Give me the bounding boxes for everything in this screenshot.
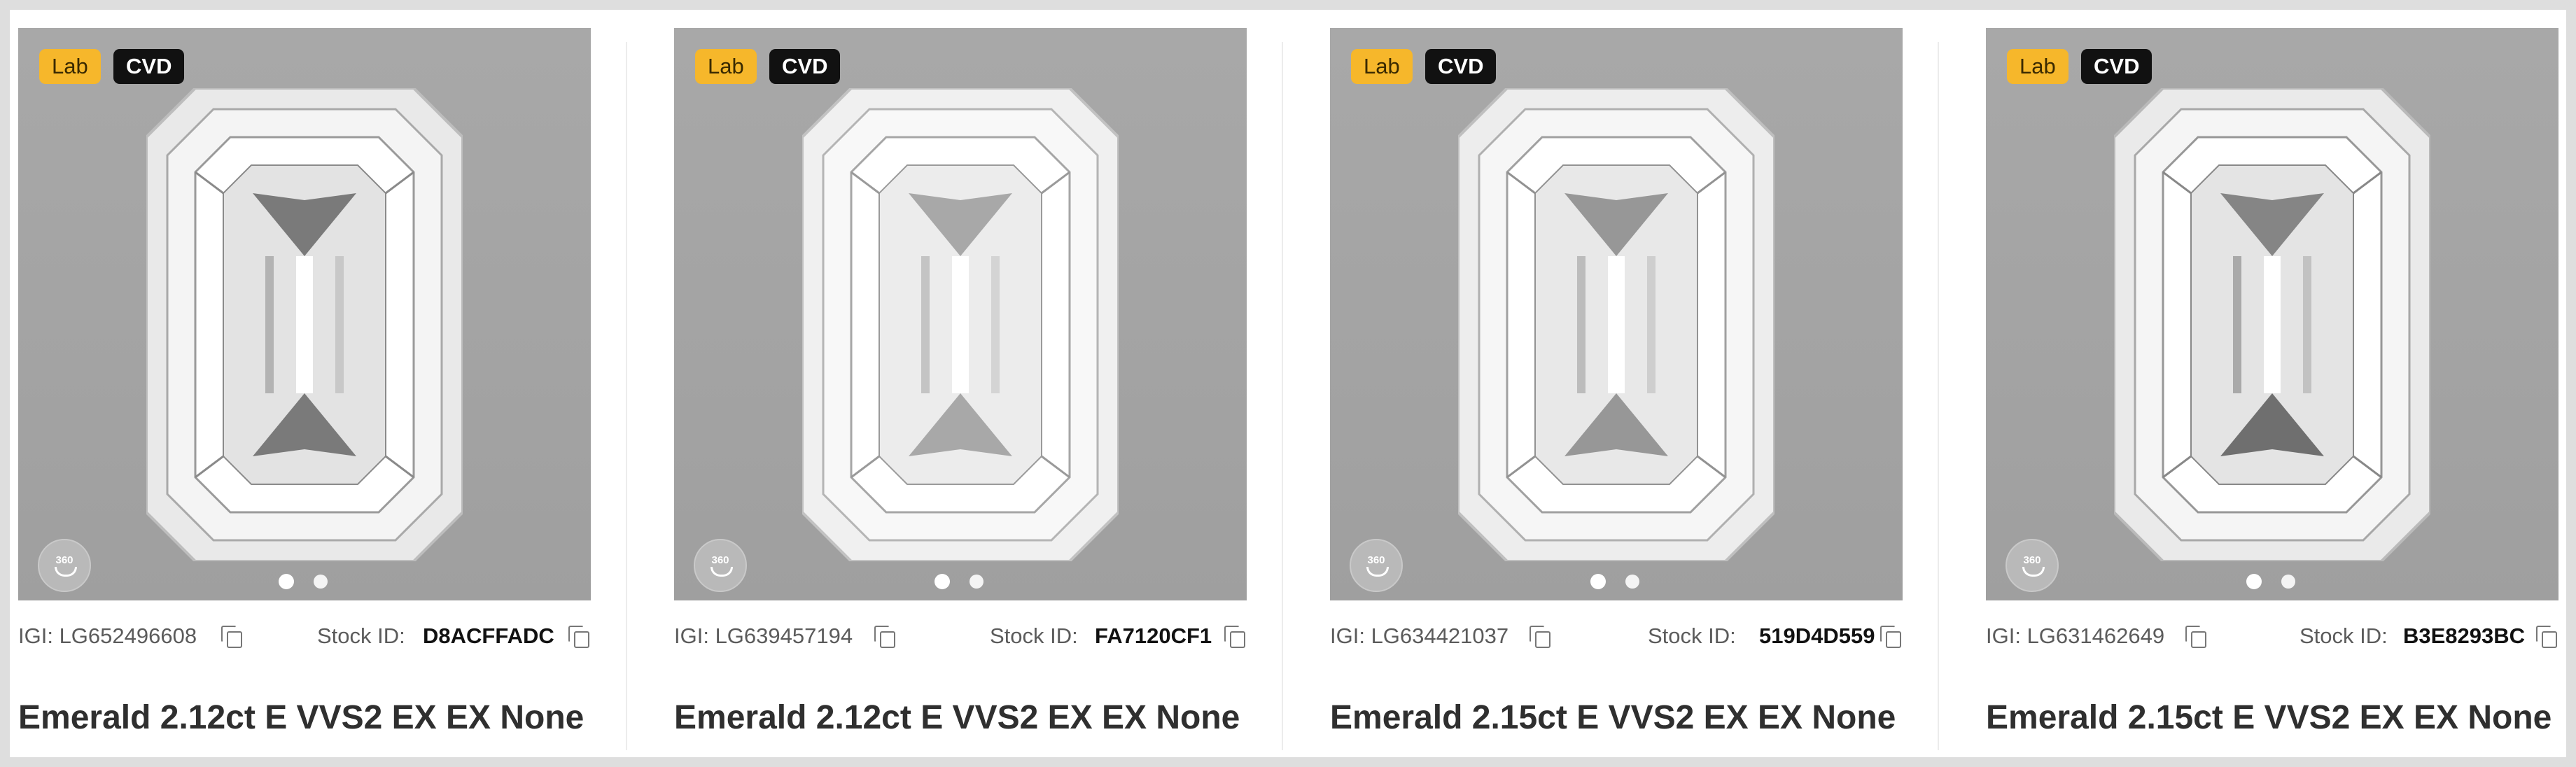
stock-id-value: FA7120CF1 (1095, 624, 1212, 648)
360-label: 360 (55, 554, 74, 566)
product-card[interactable]: Lab CVD 360 (18, 28, 627, 764)
carousel-dot-active[interactable] (1590, 574, 1606, 589)
product-meta: IGI: LG639457194 Stock ID: FA7120CF1 (674, 617, 1247, 655)
product-image[interactable]: Lab CVD 360 (18, 28, 591, 600)
product-title[interactable]: Emerald 2.15ct E VVS2 EX EX None (1986, 698, 2552, 737)
cvd-badge: CVD (2081, 49, 2152, 84)
carousel-dot-active[interactable] (934, 574, 950, 589)
igi-number: IGI: LG631462649 (1986, 624, 2165, 648)
stock-id-label: Stock ID: (990, 624, 1078, 648)
copy-icon[interactable] (568, 626, 591, 649)
carousel-dot-active[interactable] (279, 574, 294, 589)
emerald-diamond-image (802, 88, 1119, 561)
carousel-dot[interactable] (314, 575, 328, 589)
product-title[interactable]: Emerald 2.12ct E VVS2 EX EX None (18, 698, 584, 737)
copy-icon[interactable] (2185, 626, 2208, 649)
stock-id-value: B3E8293BC (2403, 624, 2526, 648)
360-label: 360 (2023, 554, 2041, 566)
copy-icon[interactable] (2536, 626, 2558, 649)
360-label: 360 (1367, 554, 1385, 566)
copy-icon[interactable] (1530, 626, 1552, 649)
360-view-icon[interactable]: 360 (1350, 539, 1403, 592)
igi-number: IGI: LG634421037 (1330, 624, 1509, 648)
igi-number: IGI: LG639457194 (674, 624, 853, 648)
product-card[interactable]: Lab CVD 360 (674, 28, 1283, 764)
lab-badge: Lab (2007, 49, 2068, 84)
copy-icon[interactable] (221, 626, 244, 649)
carousel-dot[interactable] (1625, 575, 1639, 589)
copy-icon[interactable] (874, 626, 897, 649)
stock-id-value: D8ACFFADC (423, 624, 554, 648)
igi-number: IGI: LG652496608 (18, 624, 197, 648)
product-meta: IGI: LG634421037 Stock ID: 519D4D559 (1330, 617, 1903, 655)
360-label: 360 (711, 554, 729, 566)
emerald-diamond-image (146, 88, 463, 561)
360-view-icon[interactable]: 360 (694, 539, 747, 592)
stock-id-label: Stock ID: (317, 624, 405, 648)
copy-icon[interactable] (1224, 626, 1247, 649)
stock-id-value: 519D4D559 (1759, 624, 1875, 648)
stock-id-label: Stock ID: (1648, 624, 1736, 648)
product-image[interactable]: Lab CVD 360 (674, 28, 1247, 600)
lab-badge: Lab (39, 49, 101, 84)
360-view-icon[interactable]: 360 (2005, 539, 2059, 592)
lab-badge: Lab (695, 49, 757, 84)
product-title[interactable]: Emerald 2.12ct E VVS2 EX EX None (674, 698, 1240, 737)
product-card[interactable]: Lab CVD 360 (1330, 28, 1939, 764)
product-meta: IGI: LG631462649 Stock ID: B3E8293BC (1986, 617, 2558, 655)
cvd-badge: CVD (1425, 49, 1497, 84)
product-image[interactable]: Lab CVD 360 (1986, 28, 2558, 600)
product-card[interactable]: Lab CVD 360 (1986, 28, 2558, 764)
stock-id-label: Stock ID: (2300, 624, 2388, 648)
emerald-diamond-image (1458, 88, 1774, 561)
product-grid-frame: Lab CVD 360 IGI: LG652496608 Stock ID: D… (0, 0, 2576, 767)
product-image[interactable]: Lab CVD 360 (1330, 28, 1903, 600)
emerald-diamond-image (2114, 88, 2430, 561)
copy-icon[interactable] (1880, 626, 1903, 649)
360-view-icon[interactable]: 360 (38, 539, 91, 592)
product-meta: IGI: LG652496608 Stock ID: D8ACFFADC (18, 617, 591, 655)
lab-badge: Lab (1351, 49, 1413, 84)
carousel-dot[interactable] (2281, 575, 2295, 589)
carousel-dot[interactable] (969, 575, 983, 589)
cvd-badge: CVD (113, 49, 185, 84)
carousel-dot-active[interactable] (2246, 574, 2262, 589)
cvd-badge: CVD (769, 49, 841, 84)
product-title[interactable]: Emerald 2.15ct E VVS2 EX EX None (1330, 698, 1896, 737)
